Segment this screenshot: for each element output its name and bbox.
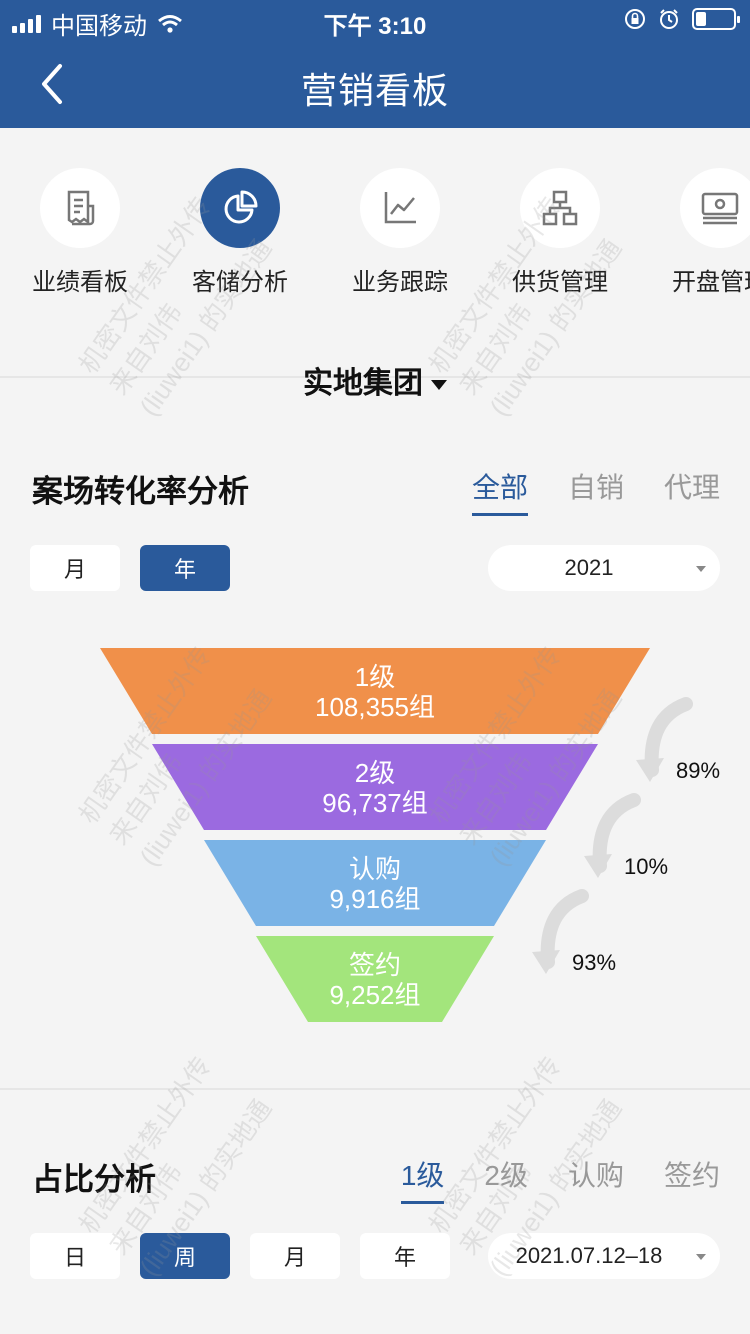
tab-all[interactable]: 全部 bbox=[471, 466, 528, 516]
conversion-rate-label: 89% bbox=[676, 758, 720, 783]
caret-down-icon bbox=[696, 566, 706, 572]
feature-performance-board[interactable]: 业绩看板 bbox=[0, 168, 160, 297]
week-dropdown[interactable]: 2021.07.12–18 bbox=[488, 1233, 720, 1279]
funnel-stage-name: 签约 bbox=[349, 950, 401, 980]
page-title: 营销看板 bbox=[300, 70, 449, 111]
conversion-funnel-chart: 1级 108,355组 2级 96,737组 认购 9,916组 签约 9,252组 89% 10… bbox=[0, 630, 750, 1050]
caret-down-icon bbox=[696, 1254, 706, 1260]
feature-business-tracking[interactable]: 业务跟踪 bbox=[320, 168, 480, 297]
cash-icon bbox=[701, 192, 739, 225]
ratio-section-title: 占比分析 bbox=[32, 1162, 156, 1197]
app-root: 中国移动 下午 3:10 营销看板 业绩看板 客储分析 业务跟踪 供货管理 开盘… bbox=[0, 0, 750, 1334]
divider bbox=[0, 1088, 750, 1090]
report-icon bbox=[67, 190, 95, 226]
battery-icon bbox=[692, 8, 740, 30]
funnel-stage-value: 9,916组 bbox=[329, 884, 420, 914]
line-chart-icon bbox=[384, 192, 416, 224]
caret-down-icon bbox=[431, 380, 447, 391]
feature-supply-management[interactable]: 供货管理 bbox=[480, 168, 640, 297]
conversion-rate-label: 10% bbox=[624, 854, 668, 879]
tab-agent[interactable]: 代理 bbox=[664, 466, 720, 512]
group-selector[interactable]: 实地集团 bbox=[0, 358, 750, 402]
conversion-section-title: 案场转化率分析 bbox=[32, 474, 249, 509]
app-header: 中国移动 下午 3:10 营销看板 bbox=[0, 0, 750, 128]
conversion-arrowhead bbox=[532, 950, 560, 974]
conversion-arrowhead bbox=[636, 758, 664, 782]
status-right bbox=[624, 8, 740, 30]
year-dropdown[interactable]: 2021 bbox=[488, 545, 720, 591]
year-dropdown-value: 2021 bbox=[564, 555, 614, 580]
tab-level-2[interactable]: 2级 bbox=[484, 1154, 528, 1200]
funnel-stage-value: 108,355组 bbox=[315, 692, 435, 722]
group-selector-value: 实地集团 bbox=[303, 367, 423, 400]
pie-chart-icon bbox=[224, 190, 258, 224]
conversion-tabs: 全部 自销 代理 bbox=[471, 466, 720, 516]
status-bar: 中国移动 下午 3:10 bbox=[0, 0, 750, 40]
conversion-arrowhead bbox=[584, 854, 612, 878]
feature-customer-analysis[interactable]: 客储分析 bbox=[160, 168, 320, 297]
period-day-button[interactable]: 日 bbox=[30, 1233, 120, 1279]
funnel-stage-name: 认购 bbox=[349, 854, 401, 884]
tab-level-1[interactable]: 1级 bbox=[400, 1154, 444, 1204]
tab-subscribe[interactable]: 认购 bbox=[568, 1154, 624, 1200]
funnel-stage-name: 1级 bbox=[355, 662, 395, 692]
feature-opening-management[interactable]: 开盘管理 bbox=[640, 168, 750, 297]
org-chart-icon bbox=[542, 190, 578, 226]
rotation-lock-icon bbox=[625, 9, 645, 29]
period-year-button[interactable]: 年 bbox=[140, 545, 230, 591]
period-month-button[interactable]: 月 bbox=[30, 545, 120, 591]
ratio-tabs: 1级 2级 认购 签约 bbox=[400, 1154, 720, 1204]
period-week-button[interactable]: 周 bbox=[140, 1233, 230, 1279]
funnel-stage-name: 2级 bbox=[355, 758, 395, 788]
period-month-button[interactable]: 月 bbox=[250, 1233, 340, 1279]
funnel-stage-value: 9,252组 bbox=[329, 980, 420, 1010]
funnel-svg: 1级108,355组 2级96,737组认购9,916组签约9,252组 89% 10… bbox=[100, 648, 720, 1022]
tab-contract[interactable]: 签约 bbox=[664, 1154, 720, 1200]
tab-self-sale[interactable]: 自销 bbox=[568, 466, 624, 512]
feature-nav: 业绩看板 客储分析 业务跟踪 供货管理 开盘管 bbox=[0, 168, 750, 298]
week-dropdown-value: 2021.07.12–18 bbox=[515, 1243, 663, 1268]
alarm-icon bbox=[660, 9, 678, 29]
period-year-button[interactable]: 年 bbox=[360, 1233, 450, 1279]
funnel-stage-value: 96,737组 bbox=[322, 788, 428, 818]
conversion-rate-label: 93% bbox=[572, 950, 616, 975]
